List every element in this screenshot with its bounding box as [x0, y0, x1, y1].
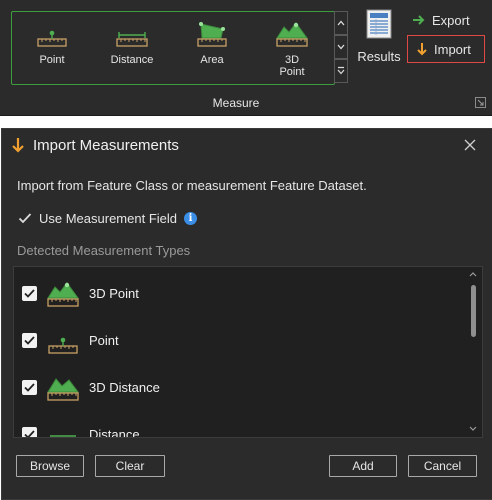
list-item-label: 3D Point: [89, 285, 139, 301]
close-icon[interactable]: [462, 137, 478, 153]
list-item-3d-distance[interactable]: 3D Distance: [14, 367, 464, 407]
cancel-button[interactable]: Cancel: [408, 455, 477, 477]
list-scrollbar[interactable]: [465, 267, 481, 437]
results-label: Results: [357, 49, 401, 64]
export-label: Export: [432, 12, 470, 28]
use-measurement-field-label: Use Measurement Field: [39, 210, 177, 226]
3d-distance-measure-icon: [46, 372, 80, 402]
info-icon[interactable]: i: [184, 211, 197, 225]
dialog-title-bar[interactable]: Import Measurements: [2, 129, 492, 165]
scrollbar-thumb[interactable]: [471, 285, 476, 337]
list-item-label: Point: [89, 332, 119, 348]
gallery-item-label: 3D Point: [279, 54, 305, 78]
distance-measure-icon: [46, 419, 80, 437]
point-measure-icon: [37, 12, 67, 48]
gallery-scroll: [334, 11, 348, 83]
gallery-item-label: Point: [39, 54, 65, 66]
results-icon: [365, 9, 393, 44]
detected-types-heading: Detected Measurement Types: [17, 243, 191, 258]
list-item-checkbox[interactable]: [22, 285, 37, 301]
gallery-scroll-up-button[interactable]: [334, 11, 348, 35]
3d-point-measure-icon: [276, 12, 308, 48]
list-item-checkbox[interactable]: [22, 379, 37, 395]
list-item-3d-point[interactable]: 3D Point: [14, 273, 464, 313]
gallery-item-3d-point[interactable]: 3D Point: [264, 12, 320, 84]
measure-ribbon: Point Distance Area 3D Point Results Exp…: [0, 0, 492, 116]
list-item-checkbox[interactable]: [22, 332, 37, 348]
add-button[interactable]: Add: [329, 455, 397, 477]
dialog-title: Import Measurements: [33, 137, 179, 154]
list-item-checkbox[interactable]: [22, 426, 37, 437]
gallery-item-label: Area: [200, 54, 224, 66]
dialog-description: Import from Feature Class or measurement…: [17, 178, 367, 193]
measure-gallery: Point Distance Area 3D Point: [11, 11, 335, 85]
3d-point-measure-icon: [46, 278, 80, 308]
list-item-distance[interactable]: Distance: [14, 414, 464, 438]
results-button[interactable]: Results: [356, 9, 402, 65]
gallery-scroll-down-button[interactable]: [334, 35, 348, 59]
import-label: Import: [434, 41, 471, 57]
gallery-expand-button[interactable]: [334, 59, 348, 83]
scroll-up-icon[interactable]: [469, 270, 477, 279]
use-measurement-field-checkbox[interactable]: Use Measurement Field i: [17, 208, 197, 228]
gallery-item-label: Distance: [110, 54, 154, 66]
gallery-item-area[interactable]: Area: [184, 12, 240, 84]
list-item-point[interactable]: Point: [14, 320, 464, 360]
point-measure-icon: [46, 325, 80, 355]
gallery-item-point[interactable]: Point: [24, 12, 80, 84]
list-item-label: 3D Distance: [89, 379, 160, 395]
export-button[interactable]: Export: [412, 10, 482, 30]
gallery-item-distance[interactable]: Distance: [104, 12, 160, 84]
distance-measure-icon: [116, 12, 148, 48]
checkmark-icon: [17, 210, 33, 226]
ribbon-group-label: Measure: [212, 96, 260, 110]
clear-button[interactable]: Clear: [95, 455, 165, 477]
measurement-types-list: 3D Point Point 3D Distance Distance: [13, 266, 483, 438]
arrow-down-icon: [11, 137, 25, 159]
area-measure-icon: [197, 12, 227, 48]
arrow-down-icon: [416, 42, 428, 57]
scroll-down-icon[interactable]: [469, 424, 477, 433]
list-item-label: Distance: [89, 426, 140, 438]
import-button[interactable]: Import: [407, 35, 485, 63]
arrow-right-icon: [412, 14, 426, 26]
browse-button[interactable]: Browse: [16, 455, 84, 477]
dialog-launcher-icon[interactable]: [475, 97, 486, 108]
separator: [0, 116, 492, 127]
import-measurements-dialog: Import Measurements Import from Feature …: [1, 128, 492, 500]
